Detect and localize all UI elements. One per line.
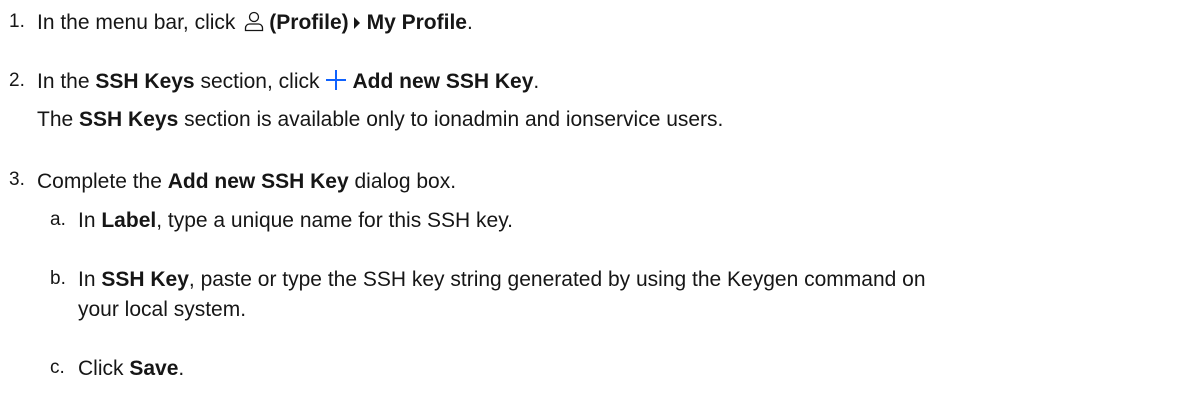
step-number: 1. bbox=[9, 11, 25, 32]
step-2-text: In the SSH Keys section, click Add new S… bbox=[37, 70, 540, 93]
user-profile-icon bbox=[245, 11, 264, 32]
substep-a-text: In Label, type a unique name for this SS… bbox=[78, 209, 514, 232]
caret-right-icon bbox=[353, 17, 360, 29]
substep-b-text-continued: your local system. bbox=[78, 298, 247, 321]
substep-b-text: In SSH Key, paste or type the SSH key st… bbox=[78, 268, 926, 291]
step-number: 3. bbox=[9, 169, 25, 190]
substep-letter: a. bbox=[50, 209, 66, 230]
ssh-keys-section-label: SSH Keys bbox=[95, 70, 195, 93]
plus-icon bbox=[325, 70, 346, 90]
dialog-name-label: Add new SSH Key bbox=[167, 170, 349, 193]
my-profile-label: My Profile bbox=[366, 11, 467, 34]
step-3-text: Complete the Add new SSH Key dialog box. bbox=[37, 170, 457, 193]
profile-menu-label: (Profile) bbox=[269, 11, 349, 34]
substep-letter: c. bbox=[50, 357, 65, 378]
substep-letter: b. bbox=[50, 268, 66, 289]
save-label: Save bbox=[129, 357, 179, 380]
step-2-note: The SSH Keys section is available only t… bbox=[37, 108, 724, 131]
step-number: 2. bbox=[9, 70, 25, 91]
add-new-ssh-key-label: Add new SSH Key bbox=[352, 70, 534, 93]
step-1-text: In the menu bar, click (Profile) My Prof… bbox=[37, 11, 473, 34]
substep-c-text: Click Save. bbox=[78, 357, 185, 380]
